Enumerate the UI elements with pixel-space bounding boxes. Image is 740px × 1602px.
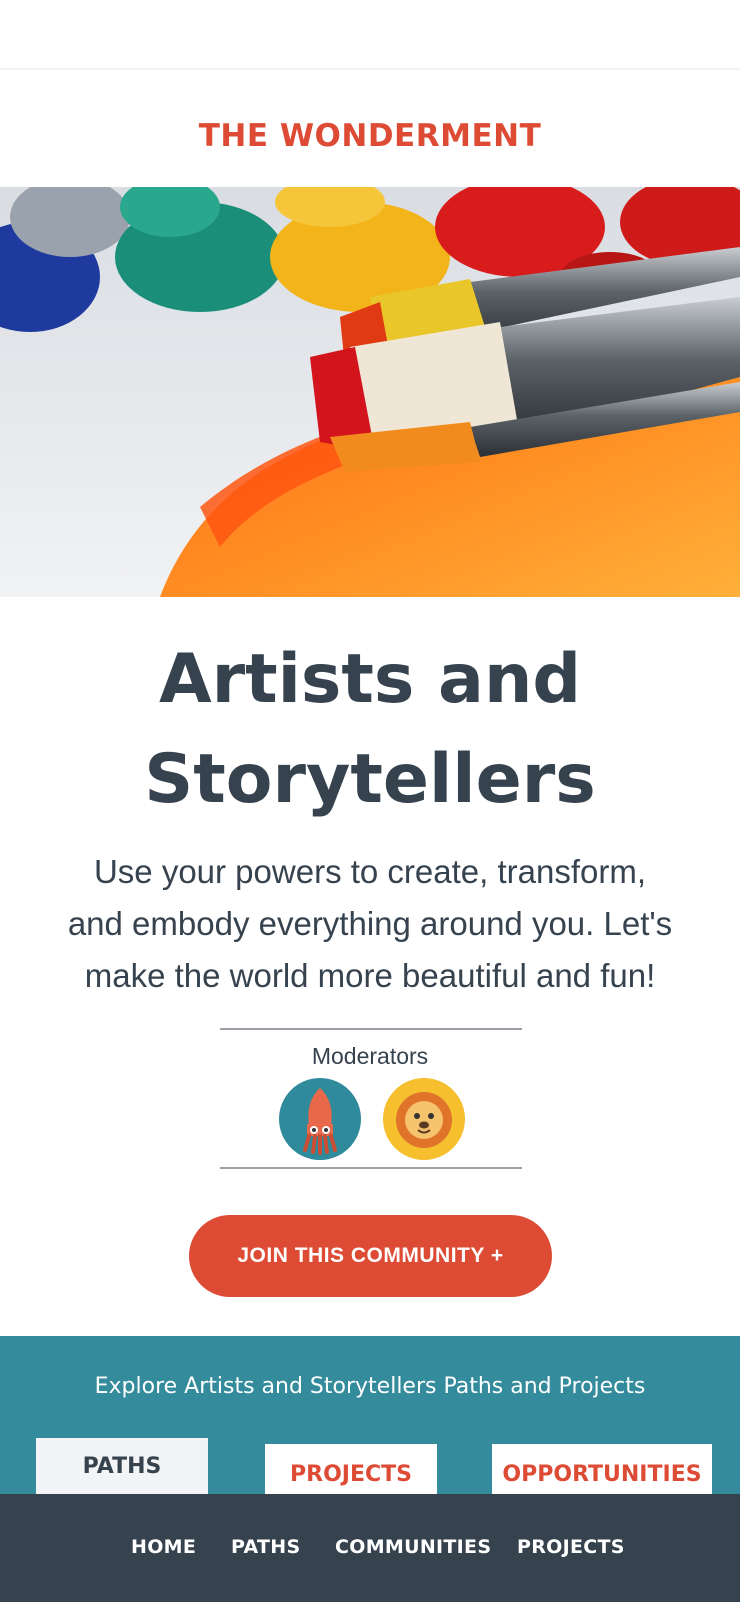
community-title: Artists and Storytellers <box>40 630 700 830</box>
description-line-3: make the world more beautiful and fun! <box>84 957 656 994</box>
tab-opportunities[interactable]: OPPORTUNITIES <box>492 1444 712 1498</box>
tab-paths[interactable]: PATHS <box>36 1438 208 1498</box>
squid-icon[interactable] <box>279 1078 361 1160</box>
divider-bottom <box>220 1167 522 1169</box>
nav-communities[interactable]: COMMUNITIES <box>335 1536 491 1558</box>
description-line-2: and embody everything around you. Let's <box>67 905 673 942</box>
join-community-button[interactable]: JOIN THIS COMMUNITY + <box>189 1215 552 1297</box>
title-line-2: Storytellers <box>144 740 596 819</box>
tab-projects[interactable]: PROJECTS <box>265 1444 437 1498</box>
community-description: Use your powers to create, transform, an… <box>45 846 695 1002</box>
title-line-1: Artists and <box>158 640 582 719</box>
nav-paths[interactable]: PATHS <box>231 1536 300 1558</box>
brand-title[interactable]: THE WONDERMENT <box>0 118 740 154</box>
nav-projects[interactable]: PROJECTS <box>517 1536 625 1558</box>
description-line-1: Use your powers to create, transform, <box>93 853 647 890</box>
divider-top <box>220 1028 522 1030</box>
nav-home[interactable]: HOME <box>131 1536 196 1558</box>
explore-heading: Explore Artists and Storytellers Paths a… <box>94 1374 646 1399</box>
top-bar <box>0 0 740 70</box>
hero-image <box>0 187 740 597</box>
moderators-label: Moderators <box>311 1043 429 1069</box>
lion-icon[interactable] <box>383 1078 465 1160</box>
